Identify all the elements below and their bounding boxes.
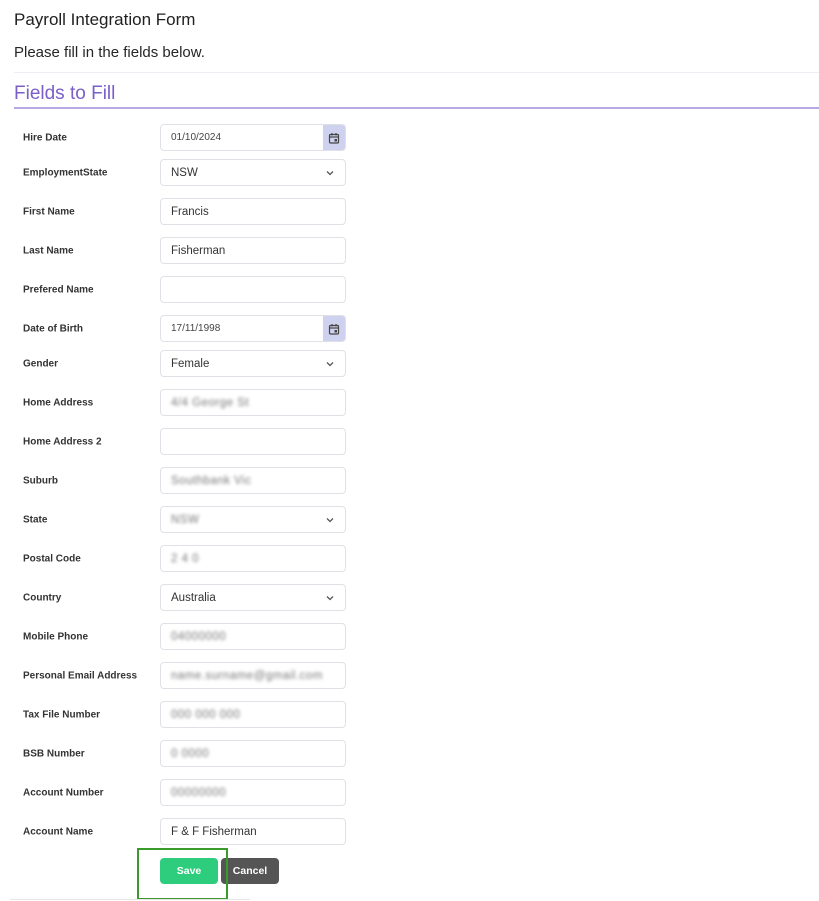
first-name-label: First Name	[23, 206, 75, 218]
bsb-number-label: BSB Number	[23, 748, 85, 760]
country-label: Country	[23, 592, 62, 604]
form-row-postal-code: Postal Code 2 4 0	[0, 545, 360, 573]
employmentstate-select[interactable]: NSW	[160, 159, 346, 186]
home-address-value: 4/4 George St	[171, 396, 250, 409]
postal-code-value: 2 4 0	[171, 552, 200, 565]
form-row-date-of-birth: Date of Birth 17/11/1998	[0, 315, 360, 343]
gender-label: Gender	[23, 358, 59, 370]
form-row-account-name: Account Name F & F Fisherman	[0, 818, 360, 846]
bsb-number-input[interactable]: 0 0000	[160, 740, 346, 767]
mobile-phone-label: Mobile Phone	[23, 631, 88, 643]
bsb-number-value: 0 0000	[171, 747, 210, 760]
section-rule	[14, 107, 819, 109]
calendar-icon[interactable]	[323, 316, 345, 341]
form-row-country: Country Australia	[0, 584, 360, 612]
date-of-birth-date-input[interactable]: 17/11/1998	[160, 315, 346, 342]
postal-code-label: Postal Code	[23, 553, 81, 565]
page-title: Payroll Integration Form	[14, 10, 196, 29]
account-number-input[interactable]: 00000000	[160, 779, 346, 806]
prefered-name-input[interactable]	[160, 276, 346, 303]
section-title: Fields to Fill	[14, 83, 116, 104]
date-of-birth-label: Date of Birth	[23, 323, 83, 335]
tax-file-number-input[interactable]: 000 000 000	[160, 701, 346, 728]
form-row-first-name: First Name Francis	[0, 198, 360, 226]
form-row-suburb: Suburb Southbank Vic	[0, 467, 360, 495]
form-row-bsb-number: BSB Number 0 0000	[0, 740, 360, 768]
date-of-birth-value: 17/11/1998	[171, 323, 221, 334]
last-name-value: Fisherman	[171, 244, 226, 257]
tax-file-number-value: 000 000 000	[171, 708, 241, 721]
account-number-value: 00000000	[171, 786, 227, 799]
form-row-hire-date: Hire Date 01/10/2024	[0, 124, 360, 152]
account-number-label: Account Number	[23, 787, 104, 799]
page-subtitle: Please fill in the fields below.	[14, 44, 205, 61]
suburb-input[interactable]: Southbank Vic	[160, 467, 346, 494]
chevron-down-icon[interactable]	[325, 515, 335, 525]
form-row-tax-file-number: Tax File Number 000 000 000	[0, 701, 360, 729]
personal-email-address-value: name.surname@gmail.com	[171, 669, 323, 682]
form-row-employmentstate: EmploymentState NSW	[0, 159, 360, 187]
gender-value: Female	[171, 357, 210, 370]
home-address-2-label: Home Address 2	[23, 436, 102, 448]
form-row-gender: Gender Female	[0, 350, 360, 378]
suburb-label: Suburb	[23, 475, 58, 487]
country-value: Australia	[171, 591, 216, 604]
save-button[interactable]: Save	[160, 858, 218, 884]
last-name-input[interactable]: Fisherman	[160, 237, 346, 264]
tax-file-number-label: Tax File Number	[23, 709, 101, 721]
form-row-mobile-phone: Mobile Phone 04000000	[0, 623, 360, 651]
state-value: NSW	[171, 513, 200, 526]
personal-email-address-input[interactable]: name.surname@gmail.com	[160, 662, 346, 689]
prefered-name-label: Prefered Name	[23, 284, 94, 296]
first-name-value: Francis	[171, 205, 209, 218]
mobile-phone-input[interactable]: 04000000	[160, 623, 346, 650]
account-name-label: Account Name	[23, 826, 94, 838]
state-select[interactable]: NSW	[160, 506, 346, 533]
calendar-icon[interactable]	[323, 125, 345, 150]
form-row-home-address-2: Home Address 2	[0, 428, 360, 456]
first-name-input[interactable]: Francis	[160, 198, 346, 225]
home-address-input[interactable]: 4/4 George St	[160, 389, 346, 416]
gender-select[interactable]: Female	[160, 350, 346, 377]
personal-email-address-label: Personal Email Address	[23, 670, 138, 682]
header-divider	[14, 72, 819, 73]
account-name-value: F & F Fisherman	[171, 825, 257, 838]
home-address-label: Home Address	[23, 397, 94, 409]
bottom-divider	[10, 899, 250, 900]
home-address-2-input[interactable]	[160, 428, 346, 455]
form-row-state: State NSW	[0, 506, 360, 534]
country-select[interactable]: Australia	[160, 584, 346, 611]
cancel-button[interactable]: Cancel	[221, 858, 279, 884]
chevron-down-icon[interactable]	[325, 168, 335, 178]
hire-date-date-input[interactable]: 01/10/2024	[160, 124, 346, 151]
state-label: State	[23, 514, 48, 526]
employmentstate-label: EmploymentState	[23, 167, 108, 179]
form-row-prefered-name: Prefered Name	[0, 276, 360, 304]
form-row-personal-email-address: Personal Email Address name.surname@gmail…	[0, 662, 360, 690]
form-row-home-address: Home Address 4/4 George St	[0, 389, 360, 417]
form-row-account-number: Account Number 00000000	[0, 779, 360, 807]
postal-code-input[interactable]: 2 4 0	[160, 545, 346, 572]
chevron-down-icon[interactable]	[325, 593, 335, 603]
mobile-phone-value: 04000000	[171, 630, 227, 643]
employmentstate-value: NSW	[171, 166, 198, 179]
account-name-input[interactable]: F & F Fisherman	[160, 818, 346, 845]
chevron-down-icon[interactable]	[325, 359, 335, 369]
suburb-value: Southbank Vic	[171, 474, 252, 487]
hire-date-label: Hire Date	[23, 132, 67, 144]
hire-date-value: 01/10/2024	[171, 132, 222, 143]
last-name-label: Last Name	[23, 245, 74, 257]
form-row-last-name: Last Name Fisherman	[0, 237, 360, 265]
